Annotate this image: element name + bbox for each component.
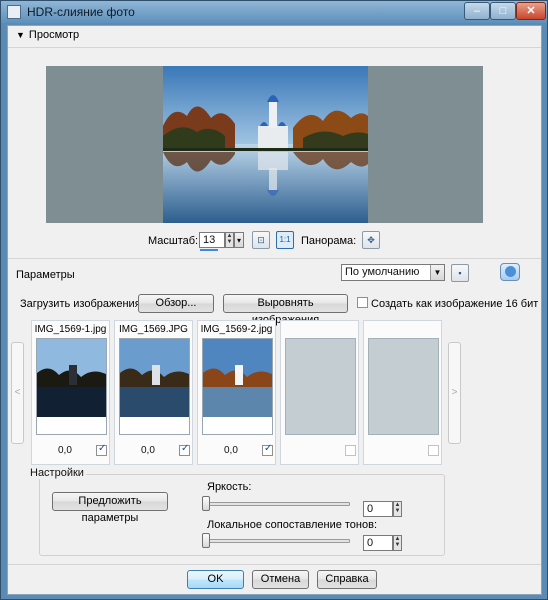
thumbnail-image <box>36 338 107 435</box>
preview-section-toggle[interactable]: ▼ Просмотр <box>16 29 79 41</box>
cancel-button[interactable]: Отмена <box>252 570 309 589</box>
align-images-button[interactable]: Выровнять изображения <box>223 294 348 326</box>
chevron-left-icon: < <box>14 387 21 398</box>
thumbnail-filename: IMG_1569-1.jpg <box>34 324 107 335</box>
preview-section-label: Просмотр <box>28 29 80 41</box>
load-images-label: Загрузить изображения: <box>20 298 144 310</box>
zoom-fit-button[interactable]: ⊡ <box>252 231 270 249</box>
tone-mapping-slider-track[interactable] <box>204 539 350 543</box>
app-icon <box>7 5 21 19</box>
dialog-window: HDR-слияние фото – □ ✕ ▼ Просмотр Масшта… <box>0 0 548 600</box>
zoom-dropdown-arrow[interactable]: ▾ <box>234 232 244 248</box>
minimize-button[interactable]: – <box>464 2 490 20</box>
title-bar[interactable]: HDR-слияние фото – □ ✕ <box>1 1 547 23</box>
thumbs-prev-button[interactable]: < <box>11 342 24 444</box>
include-image-checkbox[interactable] <box>96 443 107 456</box>
info-icon <box>505 266 516 277</box>
close-button[interactable]: ✕ <box>516 2 546 20</box>
preview-canvas[interactable] <box>46 66 483 223</box>
zoom-progress <box>200 249 218 251</box>
thumbnail-filename: IMG_1569.JPG <box>119 324 188 335</box>
pan-label: Панорама: <box>301 235 357 247</box>
brightness-input[interactable]: 0 <box>363 501 393 517</box>
collapse-triangle-icon: ▼ <box>16 30 25 40</box>
help-button[interactable]: Справка <box>317 570 377 589</box>
save-disk-icon: ▪ <box>458 268 462 278</box>
thumbnail-card[interactable]: IMG_1569.JPG 0,0 <box>114 320 193 465</box>
thumbnail-card[interactable]: IMG_1569-1.jpg 0,0 <box>31 320 110 465</box>
thumbs-next-button[interactable]: > <box>448 342 461 444</box>
preview-image <box>163 66 368 223</box>
zoom-label: Масштаб: <box>148 235 199 247</box>
tone-mapping-spinner[interactable]: ▲ ▼ <box>393 535 402 551</box>
thumbnail-image <box>119 338 190 435</box>
include-image-checkbox[interactable] <box>345 445 356 456</box>
thumbnail-filename: IMG_1569-2.jpg <box>200 324 273 335</box>
divider <box>8 564 541 565</box>
exposure-value: 0,0 <box>58 445 72 456</box>
maximize-button[interactable]: □ <box>490 2 516 20</box>
settings-group-title: Настройки <box>28 467 86 479</box>
thumbnail-card-empty[interactable] <box>363 320 442 465</box>
browse-button[interactable]: Обзор... <box>138 294 214 313</box>
preset-select-value: По умолчанию <box>345 266 420 278</box>
brightness-slider-thumb[interactable] <box>202 496 210 511</box>
brightness-slider-track[interactable] <box>204 502 350 506</box>
save-preset-button[interactable]: ▪ <box>451 264 469 282</box>
chevron-right-icon: > <box>451 387 458 398</box>
parameters-label: Параметры <box>16 269 75 281</box>
include-image-checkbox[interactable] <box>179 443 190 456</box>
zoom-fit-icon: ⊡ <box>257 235 265 245</box>
include-image-checkbox[interactable] <box>428 445 439 456</box>
include-image-checkbox[interactable] <box>262 443 273 456</box>
window-title: HDR-слияние фото <box>27 5 135 19</box>
thumbnail-card-empty[interactable] <box>280 320 359 465</box>
thumbnail-image <box>202 338 273 435</box>
chevron-down-icon: ▼ <box>430 265 444 280</box>
create-16bit-label: Создать как изображение 16 бит <box>371 298 539 310</box>
brightness-label: Яркость: <box>207 481 252 493</box>
create-16bit-checkbox[interactable] <box>357 297 368 308</box>
suggest-parameters-button[interactable]: Предложить параметры <box>52 492 168 524</box>
thumbnail-placeholder <box>285 338 356 435</box>
zoom-input[interactable]: 13 <box>199 232 225 248</box>
preset-select[interactable]: По умолчанию ▼ <box>341 264 445 281</box>
tone-mapping-slider-thumb[interactable] <box>202 533 210 548</box>
thumbnail-card[interactable]: IMG_1569-2.jpg 0,0 <box>197 320 276 465</box>
zoom-spinner[interactable]: ▲ ▼ <box>225 232 234 248</box>
move-arrows-icon: ✥ <box>367 235 375 245</box>
exposure-value: 0,0 <box>224 445 238 456</box>
pan-button[interactable]: ✥ <box>362 231 380 249</box>
zoom-actual-size-button[interactable]: 1:1 <box>276 231 294 249</box>
thumbnail-placeholder <box>368 338 439 435</box>
tone-mapping-label: Локальное сопоставление тонов: <box>207 519 378 531</box>
exposure-value: 0,0 <box>141 445 155 456</box>
tone-mapping-input[interactable]: 0 <box>363 535 393 551</box>
brightness-spinner[interactable]: ▲ ▼ <box>393 501 402 517</box>
ok-button[interactable]: OK <box>187 570 244 589</box>
info-button[interactable] <box>500 263 520 281</box>
divider <box>8 258 541 259</box>
divider <box>8 47 541 48</box>
dialog-body: ▼ Просмотр Масштаб: 13 ▲ ▼ ▾ ⊡ 1:1 Панор… <box>7 25 542 595</box>
